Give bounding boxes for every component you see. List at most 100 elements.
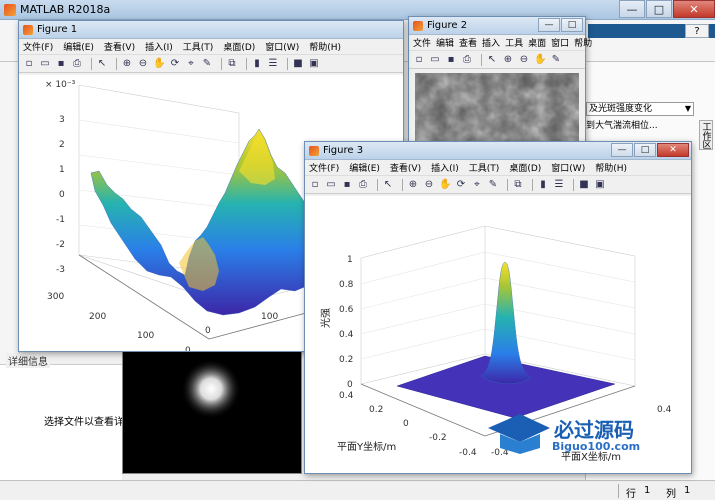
show-plot-tools-icon[interactable]: ▣ [308,58,320,70]
print-icon[interactable]: ⎙ [461,54,473,66]
toolbar-separator [377,178,378,191]
y-tick: 0.2 [369,405,383,415]
maximize-button[interactable]: □ [634,143,656,157]
menu-edit[interactable]: 编辑 [436,36,454,49]
hide-plot-tools-icon[interactable]: ■ [578,179,590,191]
pointer-icon[interactable]: ↖ [382,179,394,191]
menu-help[interactable]: 帮助 [574,36,592,49]
menu-insert[interactable]: 插入(I) [145,40,173,53]
data-cursor-icon[interactable]: ⌖ [471,179,483,191]
brush-icon[interactable]: ✎ [487,179,499,191]
figure2-title-bar[interactable]: Figure 2 — □ [409,17,585,35]
close-button[interactable]: ✕ [673,0,715,18]
open-icon[interactable]: ▭ [325,179,337,191]
data-cursor-icon[interactable]: ⌖ [185,58,197,70]
menu-window[interactable]: 窗口(W) [265,40,299,53]
menu-window[interactable]: 窗口(W) [551,161,585,174]
open-icon[interactable]: ▭ [39,58,51,70]
pan-icon[interactable]: ✋ [534,54,546,66]
status-bar: 行 1 列 1 [0,480,715,500]
figure3-toolbar: ▫ ▭ ▪ ⎙ ↖ ⊕ ⊖ ✋ ⟳ ⌖ ✎ ⧉ ▮ ☰ ■ ▣ [305,176,691,194]
menu-desktop[interactable]: 桌面(D) [509,161,541,174]
legend-icon[interactable]: ☰ [553,179,565,191]
zoom-in-icon[interactable]: ⊕ [407,179,419,191]
col-value: 1 [684,485,691,496]
main-title-bar[interactable]: MATLAB R2018a — □ ✕ [0,0,715,20]
file-dropdown[interactable]: 及光斑强度变化 ▼ [586,102,694,116]
menu-edit[interactable]: 编辑(E) [63,40,94,53]
menu-tools[interactable]: 工具(T) [183,40,214,53]
y-tick: 0 [403,419,409,429]
menu-view[interactable]: 查看 [459,36,477,49]
zoom-out-icon[interactable]: ⊖ [423,179,435,191]
legend-icon[interactable]: ☰ [267,58,279,70]
save-icon[interactable]: ▪ [341,179,353,191]
close-button[interactable]: ✕ [657,143,689,157]
minimize-button[interactable]: — [538,18,560,32]
file-dropdown-value: 及光斑强度变化 [589,104,653,114]
pointer-icon[interactable]: ↖ [486,54,498,66]
z-tick: 0.2 [339,355,353,365]
pan-icon[interactable]: ✋ [439,179,451,191]
y-tick: 300 [47,292,64,302]
colorbar-icon[interactable]: ▮ [251,58,263,70]
z-exponent-label: × 10⁻³ [45,80,76,90]
link-plot-icon[interactable]: ⧉ [226,58,238,70]
menu-file[interactable]: 文件 [413,36,431,49]
menu-edit[interactable]: 编辑(E) [349,161,380,174]
figure1-title-bar[interactable]: Figure 1 [19,21,403,39]
zoom-in-icon[interactable]: ⊕ [502,54,514,66]
rotate-icon[interactable]: ⟳ [169,58,181,70]
print-icon[interactable]: ⎙ [357,179,369,191]
new-figure-icon[interactable]: ▫ [23,58,35,70]
show-plot-tools-icon[interactable]: ▣ [594,179,606,191]
maximize-button[interactable]: □ [646,0,672,18]
spot-preview-image [122,350,302,474]
zoom-out-icon[interactable]: ⊖ [137,58,149,70]
brush-icon[interactable]: ✎ [550,54,562,66]
zoom-out-icon[interactable]: ⊖ [518,54,530,66]
minimize-button[interactable]: — [619,0,645,18]
maximize-button[interactable]: □ [561,18,583,32]
menu-view[interactable]: 查看(V) [390,161,421,174]
zoom-in-icon[interactable]: ⊕ [121,58,133,70]
site-watermark: 必过源码 Biguo100.com [484,408,694,456]
brush-icon[interactable]: ✎ [201,58,213,70]
menu-help[interactable]: 帮助(H) [595,161,627,174]
turbulence-phase-image [415,73,579,143]
figure-icon [413,20,423,31]
figure-icon [309,145,319,156]
workspace-side-tab[interactable]: 工作区 [699,120,713,150]
minimize-button[interactable]: — [611,143,633,157]
menu-desktop[interactable]: 桌面 [528,36,546,49]
collapse-ribbon-button[interactable]: ? [685,24,709,38]
menu-view[interactable]: 查看(V) [104,40,135,53]
menu-help[interactable]: 帮助(H) [309,40,341,53]
menu-file[interactable]: 文件(F) [23,40,53,53]
col-label: 列 [666,489,676,500]
print-icon[interactable]: ⎙ [71,58,83,70]
open-icon[interactable]: ▭ [429,54,441,66]
menu-file[interactable]: 文件(F) [309,161,339,174]
figure2-menubar: 文件 编辑 查看 插入 工具 桌面 窗口 帮助 [409,35,592,51]
pan-icon[interactable]: ✋ [153,58,165,70]
menu-insert[interactable]: 插入(I) [431,161,459,174]
figure2-title: Figure 2 [427,20,468,31]
z-tick: 0.8 [339,280,354,290]
hide-plot-tools-icon[interactable]: ■ [292,58,304,70]
menu-tools[interactable]: 工具 [505,36,523,49]
save-icon[interactable]: ▪ [55,58,67,70]
figure3-title-bar[interactable]: Figure 3 — □ ✕ [305,142,691,160]
menu-tools[interactable]: 工具(T) [469,161,500,174]
link-plot-icon[interactable]: ⧉ [512,179,524,191]
colorbar-icon[interactable]: ▮ [537,179,549,191]
menu-insert[interactable]: 插入 [482,36,500,49]
matlab-logo-icon [4,3,16,16]
menu-window[interactable]: 窗口 [551,36,569,49]
save-icon[interactable]: ▪ [445,54,457,66]
new-figure-icon[interactable]: ▫ [413,54,425,66]
pointer-icon[interactable]: ↖ [96,58,108,70]
new-figure-icon[interactable]: ▫ [309,179,321,191]
rotate-icon[interactable]: ⟳ [455,179,467,191]
menu-desktop[interactable]: 桌面(D) [223,40,255,53]
